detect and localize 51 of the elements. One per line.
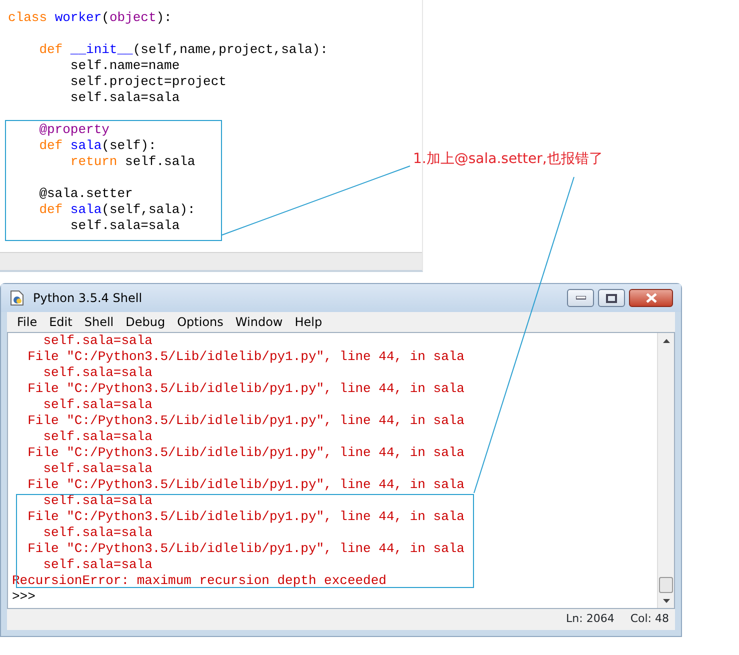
error-line: File "C:/Python3.5/Lib/idlelib/py1.py", line 44, in sala: [26, 477, 466, 493]
minimize-button[interactable]: [567, 289, 594, 307]
code-line: self.name=name: [69, 58, 180, 74]
maximize-icon: [606, 294, 617, 302]
shell-output-area[interactable]: [7, 332, 675, 609]
code-line: @property: [38, 121, 110, 138]
code-line: self.sala=sala: [69, 90, 180, 106]
error-line: self.sala=sala: [42, 493, 154, 509]
error-line: File "C:/Python3.5/Lib/idlelib/py1.py", line 44, in sala: [26, 413, 466, 429]
scroll-down-icon[interactable]: [662, 598, 670, 602]
maximize-button[interactable]: [598, 289, 625, 307]
minimize-icon: [576, 296, 586, 300]
line-number-status: Ln: 2064: [566, 611, 614, 628]
python-file-icon: [9, 290, 25, 306]
close-button[interactable]: [629, 289, 673, 307]
error-line: self.sala=sala: [42, 557, 154, 573]
error-line: self.sala=sala: [42, 333, 154, 349]
error-line: File "C:/Python3.5/Lib/idlelib/py1.py", line 44, in sala: [26, 381, 466, 397]
scroll-thumb[interactable]: [659, 577, 673, 593]
code-line: return self.sala: [69, 154, 196, 170]
scroll-up-icon[interactable]: [662, 338, 670, 342]
error-line: self.sala=sala: [42, 365, 154, 381]
menu-item[interactable]: Options: [171, 312, 230, 332]
code-line: def sala(self,sala):: [38, 202, 196, 218]
code-line: @sala.setter: [38, 185, 133, 202]
code-line: self.project=project: [69, 74, 226, 90]
code-line: self.sala=sala: [69, 218, 180, 234]
code-line: def sala(self):: [38, 138, 156, 154]
vertical-scrollbar[interactable]: [657, 333, 674, 608]
error-line: File "C:/Python3.5/Lib/idlelib/py1.py", line 44, in sala: [26, 509, 466, 525]
code-line: def __init__(self,name,project,sala):: [38, 41, 328, 58]
horizontal-scrollbar[interactable]: [0, 252, 422, 270]
error-line: self.sala=sala: [42, 397, 154, 413]
menu-item[interactable]: Window: [229, 312, 289, 332]
code-line: class worker(object):: [8, 10, 172, 26]
error-line: self.sala=sala: [42, 525, 154, 541]
menu-item[interactable]: Shell: [78, 312, 120, 332]
error-line: File "C:/Python3.5/Lib/idlelib/py1.py", line 44, in sala: [26, 541, 466, 557]
menu-item[interactable]: File: [11, 312, 44, 332]
error-line: File "C:/Python3.5/Lib/idlelib/py1.py", line 44, in sala: [26, 349, 466, 365]
error-line: File "C:/Python3.5/Lib/idlelib/py1.py", line 44, in sala: [26, 445, 466, 461]
menu-item[interactable]: Debug: [120, 312, 172, 332]
error-line: self.sala=sala: [42, 429, 154, 445]
window-title: Python 3.5.4 Shell: [33, 290, 142, 307]
shell-prompt: >>>: [12, 589, 36, 605]
menu-item[interactable]: Help: [288, 312, 328, 332]
menu-item[interactable]: Edit: [43, 312, 78, 332]
error-line: self.sala=sala: [42, 461, 154, 477]
column-number-status: Col: 48: [630, 611, 669, 628]
close-icon: [646, 293, 656, 303]
annotation-text: 1.加上@sala.setter,也报错了: [413, 150, 603, 169]
